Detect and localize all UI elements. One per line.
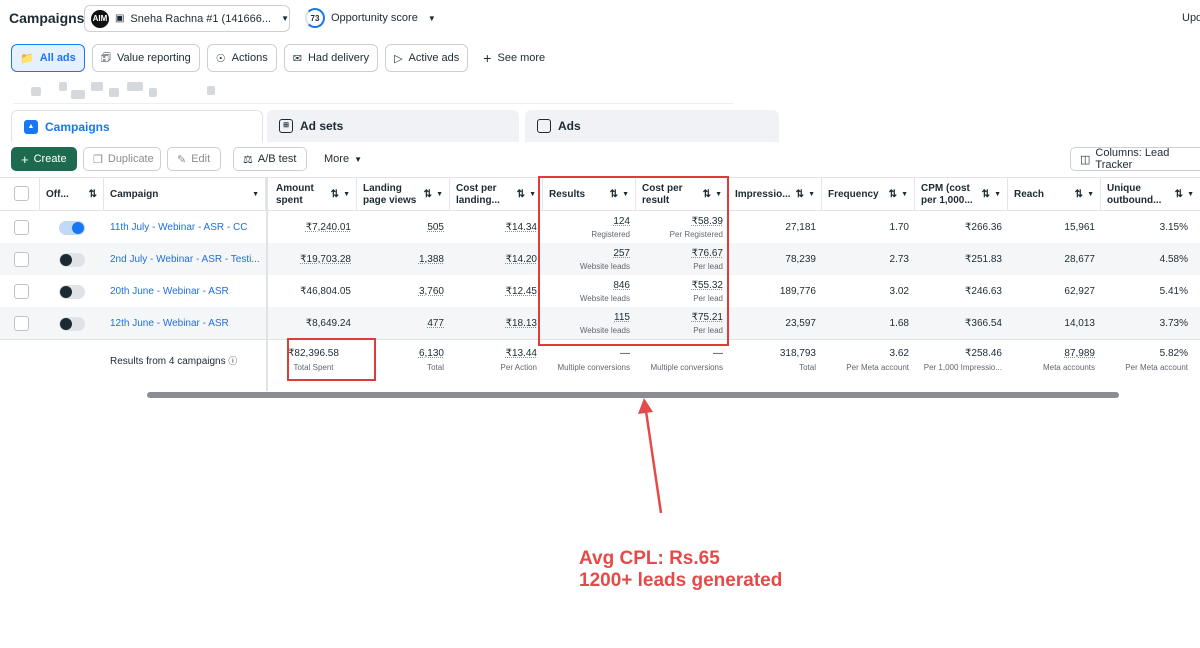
arrow-head (638, 398, 653, 414)
annotation-line-cpl: Avg CPL: Rs.65 (579, 548, 720, 569)
annotation-line-leads: 1200+ leads generated (579, 570, 783, 591)
annotation-text: Avg CPL: Rs.65 1200+ leads generated (579, 548, 782, 592)
arrow-shaft (644, 410, 663, 514)
